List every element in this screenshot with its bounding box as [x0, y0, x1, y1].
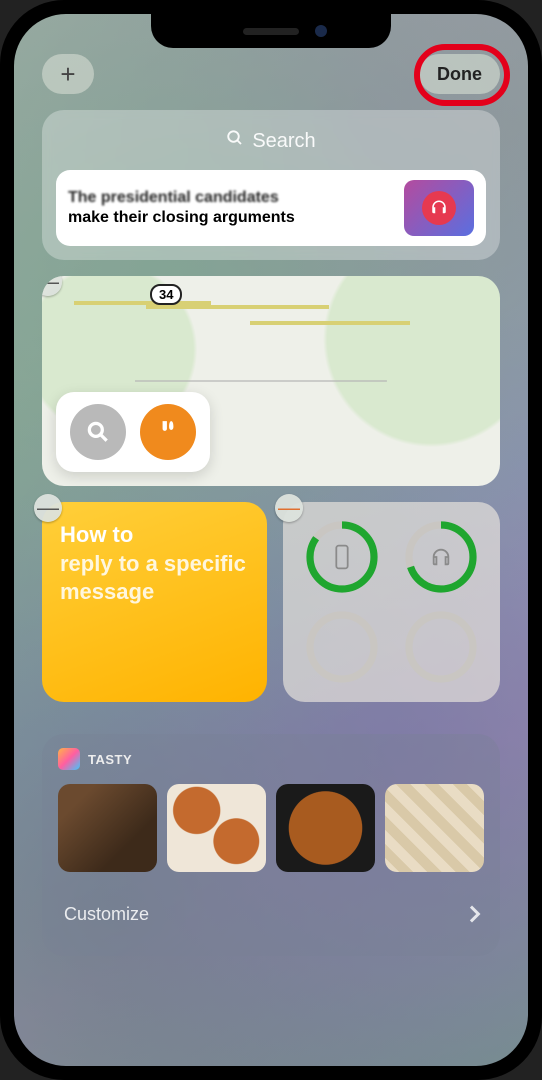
map-search-button[interactable] — [70, 404, 126, 460]
headphones-icon — [422, 191, 456, 225]
battery-ring-empty — [401, 607, 481, 687]
fork-knife-icon — [155, 419, 181, 445]
screen: + Done Search The presidential candidate… — [14, 14, 528, 1066]
recipe-thumbnail[interactable] — [276, 784, 375, 872]
tasty-title: TASTY — [88, 752, 132, 767]
done-button[interactable]: Done — [419, 54, 500, 94]
search-news-card: Search The presidential candidates make … — [42, 110, 500, 260]
news-thumbnail — [404, 180, 474, 236]
widget-edit-content: Search The presidential candidates make … — [42, 110, 500, 1050]
search-icon — [226, 129, 244, 153]
maps-widget[interactable]: — 34 — [42, 276, 500, 486]
notch — [151, 14, 391, 48]
note-line-1: How to — [60, 522, 249, 548]
tasty-logo-icon — [58, 748, 80, 770]
top-bar: + Done — [14, 54, 528, 94]
remove-widget-button[interactable]: — — [34, 494, 62, 522]
search-bar[interactable]: Search — [56, 122, 486, 160]
remove-widget-button[interactable]: — — [42, 276, 62, 296]
tasty-header: TASTY — [58, 748, 484, 770]
recipe-thumbnail[interactable] — [167, 784, 266, 872]
phone-frame: + Done Search The presidential candidate… — [0, 0, 542, 1080]
route-shield: 34 — [150, 284, 182, 305]
map-food-button[interactable] — [140, 404, 196, 460]
recipe-thumbnail[interactable] — [58, 784, 157, 872]
map-actions-card — [56, 392, 210, 472]
news-headline: The presidential candidates make their c… — [68, 188, 394, 228]
volume-up-button — [0, 240, 1, 310]
add-widget-button[interactable]: + — [42, 54, 94, 94]
tasty-widget[interactable]: TASTY Customize — [42, 734, 500, 956]
silence-switch — [0, 170, 1, 210]
battery-ring-empty — [302, 607, 382, 687]
batteries-widget[interactable]: — — [283, 502, 500, 702]
recipe-thumbnail[interactable] — [385, 784, 484, 872]
notes-widget[interactable]: — How to reply to a specific message — [42, 502, 267, 702]
search-placeholder: Search — [252, 130, 315, 153]
customize-label: Customize — [64, 904, 149, 925]
battery-ring-headphones — [401, 517, 481, 597]
speaker-grille — [243, 28, 299, 35]
volume-down-button — [0, 330, 1, 400]
widget-row: — How to reply to a specific message — — [42, 502, 500, 702]
remove-widget-button[interactable]: — — [275, 494, 303, 522]
chevron-right-icon — [464, 906, 481, 923]
news-widget[interactable]: The presidential candidates make their c… — [56, 170, 486, 246]
headphones-icon — [430, 544, 452, 570]
tasty-thumbnails — [58, 784, 484, 872]
customize-button[interactable]: Customize — [58, 890, 484, 938]
search-icon — [85, 419, 111, 445]
note-rest: reply to a specific message — [60, 550, 249, 605]
battery-ring-phone — [302, 517, 382, 597]
phone-icon — [331, 544, 353, 570]
front-camera — [315, 25, 327, 37]
